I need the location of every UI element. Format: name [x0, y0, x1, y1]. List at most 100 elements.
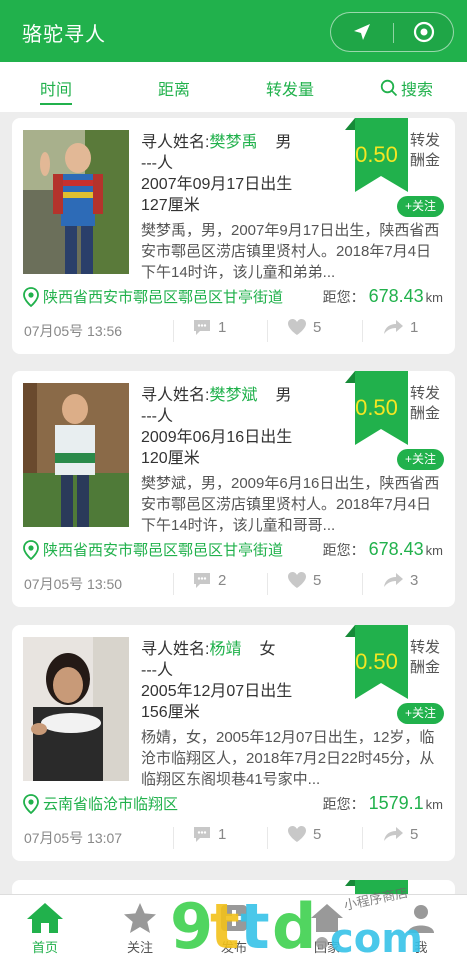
person-photo[interactable]	[23, 130, 129, 274]
app-title: 骆驼寻人	[22, 24, 106, 46]
reward-label: 转发酬金	[410, 132, 441, 169]
nav-me[interactable]: 我	[376, 899, 466, 956]
tab-search[interactable]: 搜索	[380, 76, 433, 100]
share-count: 1	[410, 318, 419, 336]
comment-icon	[194, 320, 210, 335]
location[interactable]: 云南省临沧市临翔区	[23, 793, 178, 814]
share-icon	[384, 827, 403, 841]
person-card[interactable]: 寻人姓名:樊梦斌男 ---人 2009年06月16日出生 120厘米 0.50 …	[12, 371, 455, 607]
post-date: 07月05号 13:07	[24, 830, 123, 846]
post-date: 07月05号 13:50	[24, 576, 123, 592]
nav-home-return-label: 回家	[313, 940, 340, 955]
footer-divider	[173, 573, 174, 595]
share-button[interactable]: 5	[382, 825, 418, 843]
person-card[interactable]: 寻人姓名:樊梦禹男 ---人 2007年09月17日出生 127厘米 0.50 …	[12, 118, 455, 354]
person-photo[interactable]	[23, 383, 129, 527]
card-footer: 07月05号 13:07 1 5 5	[12, 821, 455, 853]
like-button[interactable]: 5	[287, 825, 321, 843]
distance-unit: km	[425, 797, 443, 812]
comment-button[interactable]: 1	[192, 318, 226, 336]
star-icon	[124, 903, 156, 933]
share-button[interactable]: 3	[382, 571, 418, 589]
follow-button[interactable]: +关注	[397, 196, 444, 217]
bottom-nav: 首页 关注 发布 回家 我	[0, 894, 467, 960]
location-pin-icon	[23, 539, 39, 560]
person-name: 樊梦禹	[209, 134, 258, 151]
share-button[interactable]: 1	[382, 318, 418, 336]
tab-distance[interactable]: 距离	[158, 76, 190, 100]
reward-label: 转发酬金	[410, 385, 441, 422]
footer-divider	[173, 320, 174, 342]
person-gender: 男	[275, 387, 292, 404]
distance-label: 距您：	[322, 289, 365, 305]
location-arrow-icon	[354, 24, 370, 40]
user-icon	[408, 905, 434, 933]
share-icon	[384, 320, 403, 334]
post-date: 07月05号 13:56	[24, 323, 123, 339]
header-bar: 骆驼寻人	[0, 0, 467, 62]
name-prefix: 寻人姓名:	[141, 134, 210, 151]
comment-count: 1	[218, 825, 227, 843]
comment-count: 2	[218, 571, 227, 589]
location-text: 陕西省西安市鄠邑区鄠邑区甘亭街道	[43, 542, 284, 559]
reward-amount: 0.50	[355, 142, 398, 167]
heart-icon	[288, 319, 306, 335]
like-count: 5	[313, 571, 322, 589]
footer-divider	[362, 320, 363, 342]
nav-publish[interactable]: 发布	[189, 899, 279, 956]
person-name: 樊梦斌	[209, 387, 258, 404]
nav-home-return[interactable]: 回家	[282, 899, 372, 956]
home-icon	[27, 903, 63, 933]
follow-button[interactable]: +关注	[397, 449, 444, 470]
like-count: 5	[313, 318, 322, 336]
heart-icon	[288, 826, 306, 842]
house-icon	[311, 904, 343, 932]
name-prefix: 寻人姓名:	[141, 387, 210, 404]
nav-home-label: 首页	[31, 940, 58, 955]
person-name: 杨靖	[209, 641, 242, 658]
target-button[interactable]	[393, 13, 455, 51]
location[interactable]: 陕西省西安市鄠邑区鄠邑区甘亭街道	[23, 539, 283, 560]
footer-divider	[267, 320, 268, 342]
person-photo[interactable]	[23, 637, 129, 781]
nav-publish-label: 发布	[220, 940, 247, 955]
distance-value: 1579.1	[368, 793, 424, 813]
name-prefix: 寻人姓名:	[141, 641, 210, 658]
location[interactable]: 陕西省西安市鄠邑区鄠邑区甘亭街道	[23, 286, 283, 307]
person-gender: 女	[259, 641, 276, 658]
nav-follow[interactable]: 关注	[95, 899, 185, 956]
tab-time[interactable]: 时间	[40, 76, 73, 105]
like-button[interactable]: 5	[287, 318, 321, 336]
location-button[interactable]	[331, 13, 393, 51]
nav-home[interactable]: 首页	[0, 899, 90, 956]
like-button[interactable]: 5	[287, 571, 321, 589]
footer-divider	[173, 827, 174, 849]
footer-divider	[267, 827, 268, 849]
tab-shares[interactable]: 转发量	[266, 76, 314, 100]
person-description: 杨婧，女，2005年12月07日出生，12岁，临沧市临翔区人，2018年7月2日…	[141, 729, 435, 788]
distance-label: 距您：	[322, 796, 365, 812]
publish-icon	[221, 905, 247, 931]
location-text: 云南省临沧市临翔区	[43, 796, 179, 813]
comment-button[interactable]: 1	[192, 825, 226, 843]
tab-search-label: 搜索	[401, 82, 434, 99]
comment-count: 1	[218, 318, 227, 336]
comment-button[interactable]: 2	[192, 571, 226, 589]
share-count: 5	[410, 825, 419, 843]
reward-label: 转发酬金	[410, 639, 441, 676]
nav-follow-label: 关注	[126, 940, 153, 955]
distance: 距您： 1579.1 km	[323, 793, 443, 814]
follow-button[interactable]: +关注	[397, 703, 444, 724]
person-height: 127厘米	[141, 197, 200, 214]
person-card[interactable]: 寻人姓名:杨靖女 ---人 2005年12月07日出生 156厘米 0.50 转…	[12, 625, 455, 861]
distance-value: 678.43	[368, 286, 424, 306]
person-height: 120厘米	[141, 450, 200, 467]
card-footer: 07月05号 13:50 2 5 3	[12, 567, 455, 599]
comment-icon	[194, 573, 210, 588]
distance-unit: km	[425, 543, 443, 558]
distance-label: 距您：	[322, 542, 365, 558]
location-pin-icon	[23, 286, 39, 307]
location-text: 陕西省西安市鄠邑区鄠邑区甘亭街道	[43, 289, 284, 306]
target-icon	[413, 21, 435, 43]
reward-amount: 0.50	[355, 395, 398, 420]
